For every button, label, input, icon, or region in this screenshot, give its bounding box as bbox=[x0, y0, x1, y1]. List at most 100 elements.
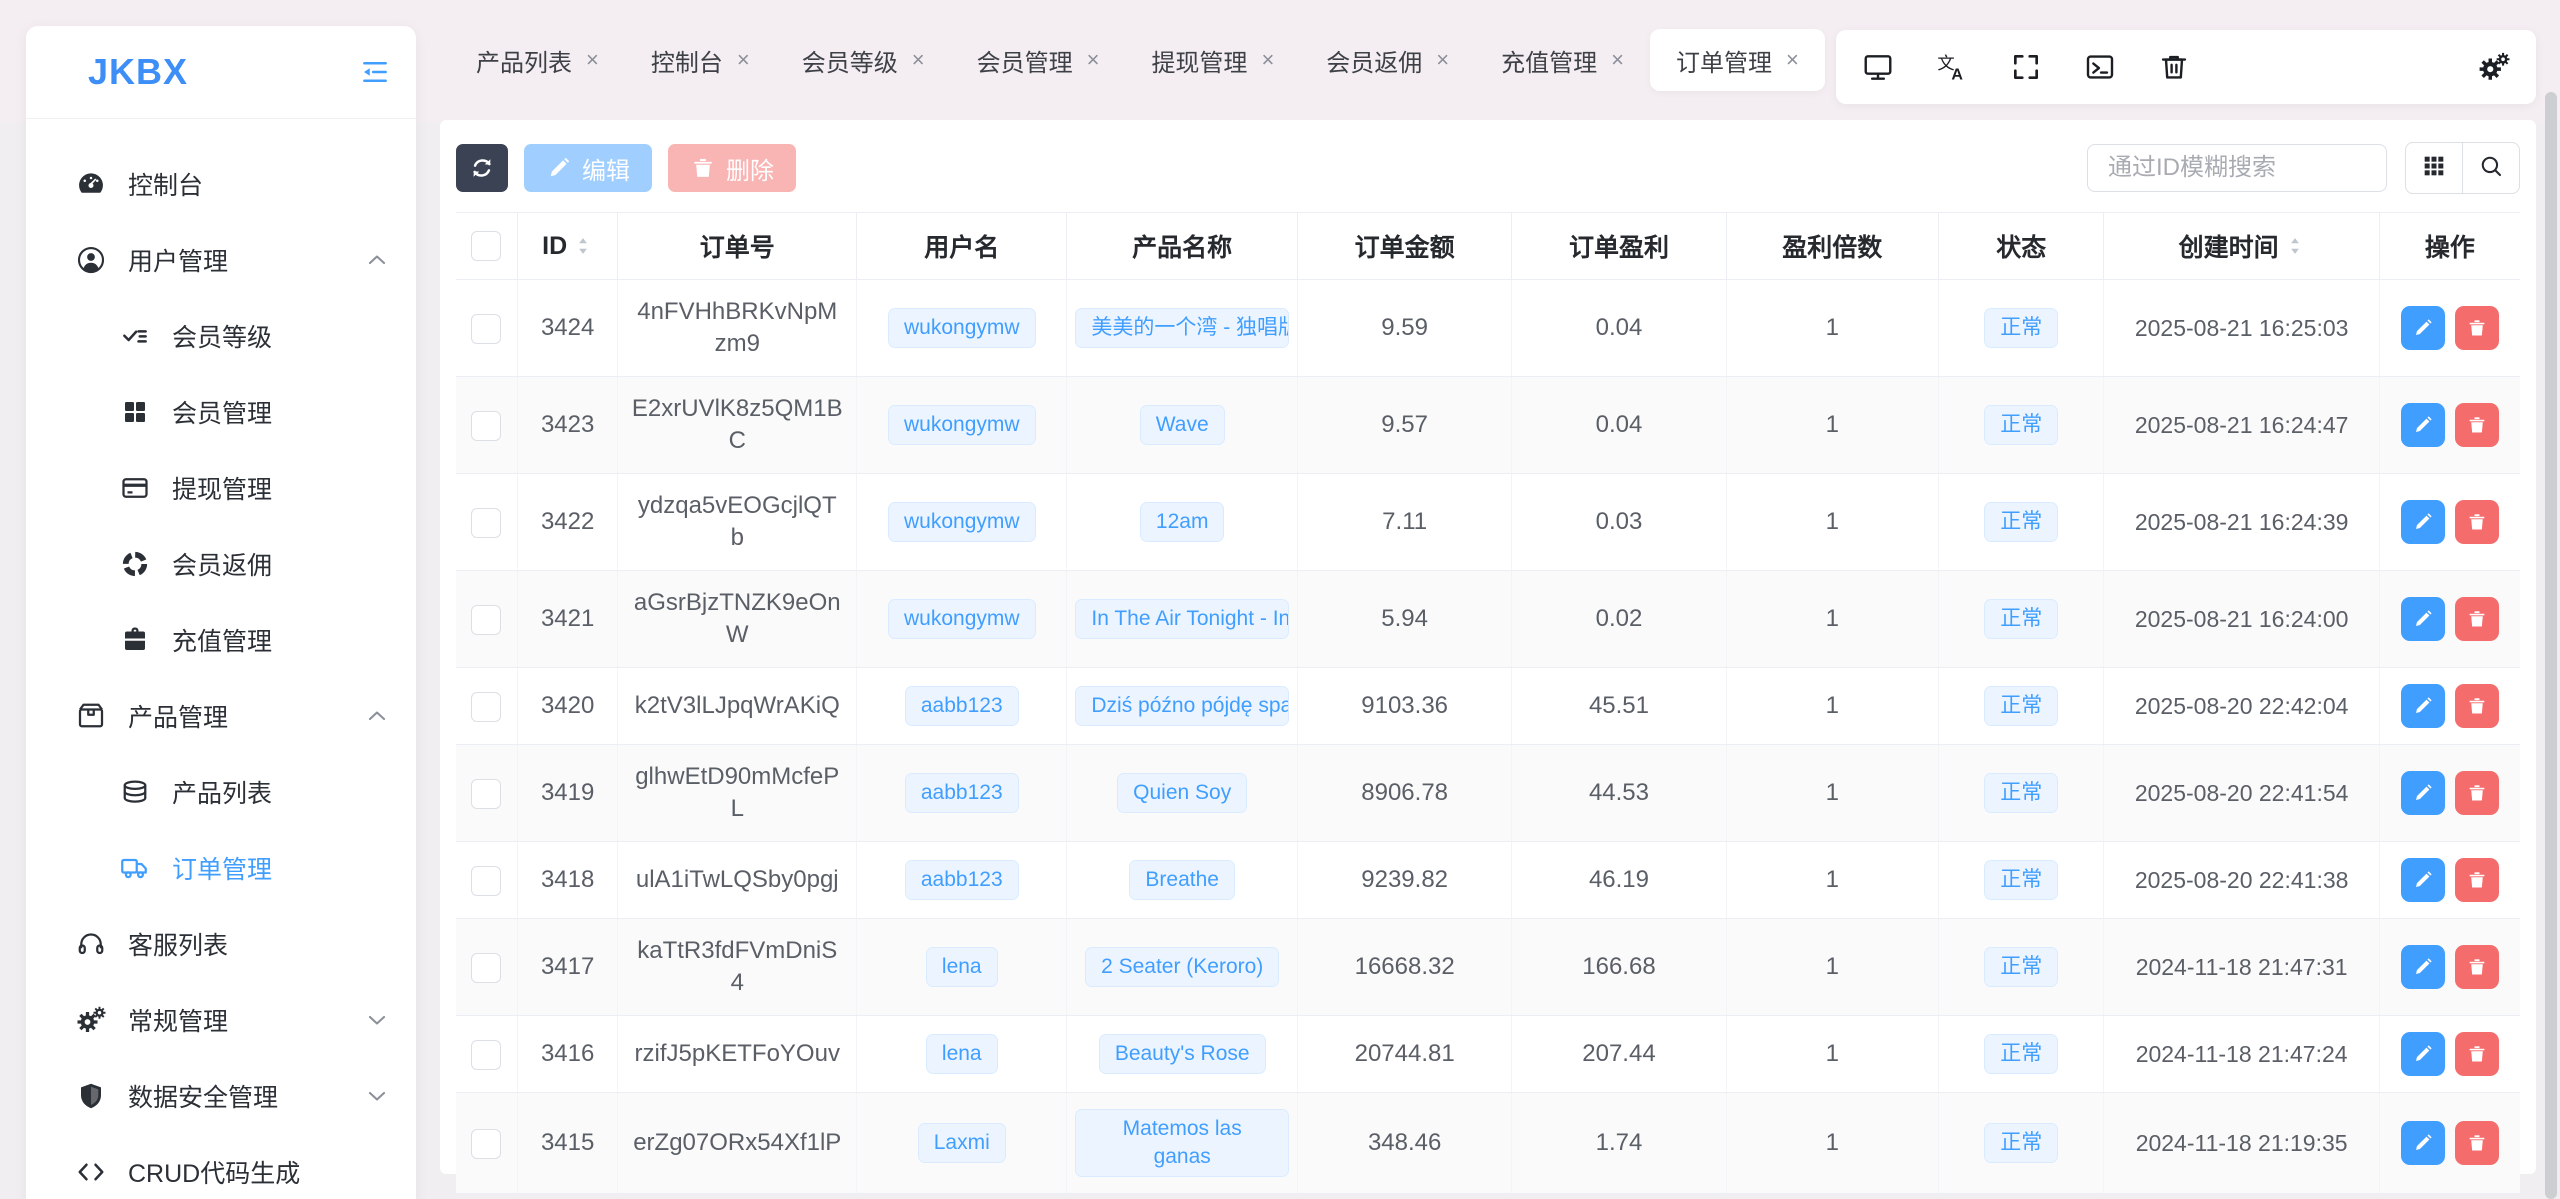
row-edit-button[interactable] bbox=[2401, 1121, 2445, 1165]
username-tag[interactable]: Laxmi bbox=[918, 1123, 1006, 1163]
row-delete-button[interactable] bbox=[2455, 771, 2499, 815]
row-delete-button[interactable] bbox=[2455, 684, 2499, 728]
tab-close-icon[interactable]: × bbox=[1436, 49, 1449, 71]
product-tag[interactable]: 美美的一个湾 - 独唱版 bbox=[1075, 308, 1289, 348]
product-tag[interactable]: 12am bbox=[1140, 502, 1225, 542]
row-delete-button[interactable] bbox=[2455, 945, 2499, 989]
row-edit-button[interactable] bbox=[2401, 500, 2445, 544]
column-header-created[interactable]: 创建时间 bbox=[2104, 213, 2379, 280]
product-tag[interactable]: Dziś późno pójdę spać bbox=[1075, 686, 1289, 726]
sidebar-item-4[interactable]: 提现管理 bbox=[26, 459, 416, 517]
sidebar-item-1[interactable]: 用户管理 bbox=[26, 231, 416, 289]
row-checkbox[interactable] bbox=[471, 1129, 501, 1159]
tab-4[interactable]: 提现管理× bbox=[1125, 29, 1300, 91]
tab-1[interactable]: 控制台× bbox=[625, 29, 776, 91]
username-tag[interactable]: lena bbox=[926, 1034, 998, 1074]
terminal-icon[interactable] bbox=[2084, 51, 2116, 83]
tab-0[interactable]: 产品列表× bbox=[450, 29, 625, 91]
sidebar-item-12[interactable]: 数据安全管理 bbox=[26, 1067, 416, 1125]
sidebar-item-8[interactable]: 产品列表 bbox=[26, 763, 416, 821]
row-checkbox[interactable] bbox=[471, 508, 501, 538]
username-tag[interactable]: wukongymw bbox=[888, 308, 1036, 348]
product-tag[interactable]: Beauty's Rose bbox=[1099, 1034, 1266, 1074]
row-edit-button[interactable] bbox=[2401, 597, 2445, 641]
username-tag[interactable]: wukongymw bbox=[888, 502, 1036, 542]
row-delete-button[interactable] bbox=[2455, 597, 2499, 641]
tab-3[interactable]: 会员管理× bbox=[951, 29, 1126, 91]
username-tag[interactable]: aabb123 bbox=[905, 773, 1019, 813]
sidebar-item-11[interactable]: 常规管理 bbox=[26, 991, 416, 1049]
sidebar-collapse-icon[interactable] bbox=[360, 57, 390, 87]
search-submit-button[interactable] bbox=[2462, 143, 2519, 193]
sidebar-item-13[interactable]: CRUD代码生成 bbox=[26, 1143, 416, 1199]
search-input[interactable] bbox=[2088, 154, 2386, 182]
row-checkbox[interactable] bbox=[471, 692, 501, 722]
row-checkbox[interactable] bbox=[471, 314, 501, 344]
sidebar-item-7[interactable]: 产品管理 bbox=[26, 687, 416, 745]
sidebar-item-0[interactable]: 控制台 bbox=[26, 155, 416, 213]
column-settings-button[interactable] bbox=[2406, 143, 2462, 193]
tab-6[interactable]: 充值管理× bbox=[1475, 29, 1650, 91]
row-checkbox[interactable] bbox=[471, 411, 501, 441]
page-scrollbar[interactable] bbox=[2545, 92, 2557, 1199]
settings-gears-icon[interactable] bbox=[2478, 51, 2510, 83]
tab-close-icon[interactable]: × bbox=[1261, 49, 1274, 71]
edit-button[interactable]: 编辑 bbox=[524, 144, 652, 192]
tab-close-icon[interactable]: × bbox=[1786, 49, 1799, 71]
row-edit-button[interactable] bbox=[2401, 858, 2445, 902]
row-edit-button[interactable] bbox=[2401, 403, 2445, 447]
tab-7[interactable]: 订单管理× bbox=[1650, 29, 1825, 91]
tab-close-icon[interactable]: × bbox=[1087, 49, 1100, 71]
product-tag[interactable]: In The Air Tonight - Ins bbox=[1075, 599, 1289, 639]
row-checkbox[interactable] bbox=[471, 866, 501, 896]
tab-close-icon[interactable]: × bbox=[586, 49, 599, 71]
column-header-id[interactable]: ID bbox=[517, 213, 618, 280]
row-delete-button[interactable] bbox=[2455, 403, 2499, 447]
refresh-button[interactable] bbox=[456, 144, 508, 192]
sidebar-item-9[interactable]: 订单管理 bbox=[26, 839, 416, 897]
tab-close-icon[interactable]: × bbox=[1611, 49, 1624, 71]
sort-caret-icon[interactable] bbox=[2285, 235, 2305, 257]
username-tag[interactable]: aabb123 bbox=[905, 686, 1019, 726]
row-delete-button[interactable] bbox=[2455, 1121, 2499, 1165]
product-tag[interactable]: Quien Soy bbox=[1117, 773, 1247, 813]
tab-close-icon[interactable]: × bbox=[912, 49, 925, 71]
username-tag[interactable]: lena bbox=[926, 947, 998, 987]
select-all-checkbox[interactable] bbox=[471, 231, 501, 261]
username-tag[interactable]: wukongymw bbox=[888, 599, 1036, 639]
row-checkbox[interactable] bbox=[471, 953, 501, 983]
monitor-icon[interactable] bbox=[1862, 51, 1894, 83]
sidebar-item-3[interactable]: 会员管理 bbox=[26, 383, 416, 441]
sidebar-item-6[interactable]: 充值管理 bbox=[26, 611, 416, 669]
product-tag[interactable]: 2 Seater (Keroro) bbox=[1085, 947, 1279, 987]
sort-caret-icon[interactable] bbox=[573, 235, 593, 257]
row-edit-button[interactable] bbox=[2401, 306, 2445, 350]
username-tag[interactable]: wukongymw bbox=[888, 405, 1036, 445]
sidebar-item-2[interactable]: 会员等级 bbox=[26, 307, 416, 365]
translate-icon[interactable]: 文A bbox=[1936, 51, 1968, 83]
row-edit-button[interactable] bbox=[2401, 771, 2445, 815]
delete-button[interactable]: 删除 bbox=[668, 144, 796, 192]
tab-5[interactable]: 会员返佣× bbox=[1300, 29, 1475, 91]
product-tag[interactable]: Matemos las ganas bbox=[1075, 1109, 1289, 1177]
row-delete-button[interactable] bbox=[2455, 500, 2499, 544]
row-checkbox[interactable] bbox=[471, 1040, 501, 1070]
product-tag[interactable]: Wave bbox=[1140, 405, 1225, 445]
tab-close-icon[interactable]: × bbox=[737, 49, 750, 71]
product-tag[interactable]: Breathe bbox=[1129, 860, 1235, 900]
row-checkbox[interactable] bbox=[471, 779, 501, 809]
row-checkbox[interactable] bbox=[471, 605, 501, 635]
tab-2[interactable]: 会员等级× bbox=[776, 29, 951, 91]
row-delete-button[interactable] bbox=[2455, 1032, 2499, 1076]
row-edit-button[interactable] bbox=[2401, 945, 2445, 989]
row-edit-button[interactable] bbox=[2401, 684, 2445, 728]
sidebar-item-10[interactable]: 客服列表 bbox=[26, 915, 416, 973]
row-delete-button[interactable] bbox=[2455, 306, 2499, 350]
row-edit-button[interactable] bbox=[2401, 1032, 2445, 1076]
trash-icon[interactable] bbox=[2158, 51, 2190, 83]
row-delete-button[interactable] bbox=[2455, 858, 2499, 902]
table-row: 3420k2tV3lLJpqWrAKiQaabb123Dziś późno pó… bbox=[456, 668, 2520, 745]
sidebar-item-5[interactable]: 会员返佣 bbox=[26, 535, 416, 593]
username-tag[interactable]: aabb123 bbox=[905, 860, 1019, 900]
fullscreen-icon[interactable] bbox=[2010, 51, 2042, 83]
